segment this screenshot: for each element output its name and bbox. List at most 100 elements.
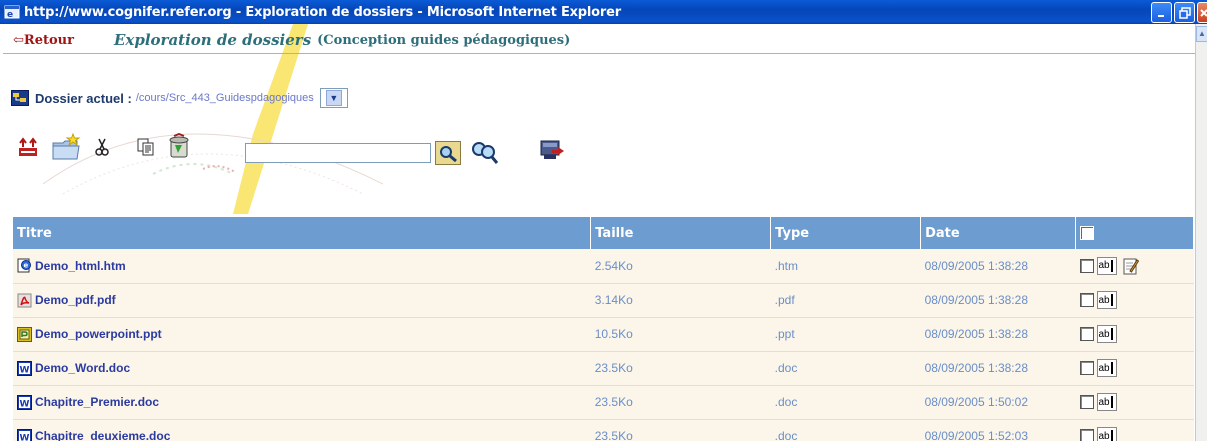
row-checkbox[interactable]	[1079, 327, 1094, 341]
cut-button[interactable]	[92, 136, 112, 158]
maximize-button[interactable]	[1174, 2, 1195, 23]
rename-button[interactable]: ab	[1096, 256, 1117, 275]
window-title: http://www.cognifer.refer.org - Explorat…	[24, 4, 621, 20]
file-date: 08/09/2005 1:38:28	[920, 351, 1076, 386]
svg-text:W: W	[20, 365, 30, 375]
table-header-row: Titre Taille Type Date	[13, 217, 1194, 249]
file-date: 08/09/2005 1:38:28	[920, 249, 1076, 284]
rename-button[interactable]: ab	[1096, 359, 1117, 377]
rename-button[interactable]: ab	[1096, 393, 1117, 411]
chevron-up-icon: ▲	[1198, 29, 1206, 38]
internet-explorer-icon: e	[4, 5, 20, 20]
column-header-date[interactable]: Date	[920, 217, 1076, 249]
new-folder-icon	[52, 133, 81, 160]
column-header-select	[1075, 217, 1194, 249]
table-row: W Chapitre_deuxieme.doc 23.5Ko .doc 08/0…	[13, 419, 1194, 441]
table-row: Demo_pdf.pdf 3.14Ko .pdf 08/09/2005 1:38…	[13, 283, 1194, 318]
svg-text:W: W	[20, 433, 30, 441]
folder-tree-icon	[11, 90, 29, 106]
file-link[interactable]: Demo_pdf.pdf	[17, 293, 591, 308]
copy-icon	[137, 138, 154, 156]
search-input[interactable]	[245, 143, 431, 163]
file-type: .pdf	[770, 283, 921, 318]
minimize-button[interactable]	[1151, 2, 1172, 23]
folder-dropdown[interactable]: ▼	[319, 88, 348, 108]
search-button[interactable]	[435, 141, 461, 165]
file-link[interactable]: W Chapitre_Premier.doc	[17, 394, 591, 410]
row-checkbox[interactable]	[1079, 395, 1094, 409]
file-type: .doc	[770, 385, 921, 420]
chevron-down-icon: ▼	[325, 90, 342, 106]
window-titlebar[interactable]: e http://www.cognifer.refer.org - Explor…	[0, 0, 1207, 24]
select-all-checkbox[interactable]	[1080, 226, 1094, 240]
current-folder-label: Dossier actuel :	[35, 90, 132, 106]
file-link[interactable]: Demo_powerpoint.ppt	[17, 326, 591, 342]
file-date: 08/09/2005 1:38:28	[920, 317, 1076, 352]
upload-icon	[540, 140, 564, 159]
close-icon	[1199, 8, 1207, 17]
row-checkbox[interactable]	[1079, 429, 1094, 441]
minimize-icon	[1157, 14, 1164, 17]
word-file-icon: W	[17, 394, 32, 410]
file-size: 23.5Ko	[590, 419, 771, 441]
file-type: .doc	[770, 419, 921, 441]
file-size: 23.5Ko	[590, 351, 771, 386]
edit-icon[interactable]	[1123, 257, 1139, 275]
svg-text:W: W	[20, 399, 30, 409]
svg-text:e: e	[24, 262, 29, 270]
table-row: Demo_powerpoint.ppt 10.5Ko .ppt 08/09/20…	[13, 317, 1194, 352]
file-date: 08/09/2005 1:50:02	[920, 385, 1076, 420]
advanced-search-icon	[472, 142, 499, 164]
file-size: 23.5Ko	[590, 385, 771, 420]
row-checkbox[interactable]	[1079, 258, 1094, 273]
svg-text:e: e	[7, 10, 13, 20]
file-size: 3.14Ko	[590, 283, 771, 318]
copy-button[interactable]	[136, 136, 156, 158]
page-title: Exploration de dossiers	[113, 31, 312, 49]
rename-button[interactable]: ab	[1096, 291, 1117, 309]
upload-button[interactable]	[537, 134, 567, 164]
divider	[3, 53, 1195, 54]
word-file-icon: W	[17, 360, 32, 376]
vertical-scrollbar[interactable]: ▲	[1195, 24, 1207, 441]
file-link[interactable]: W Demo_Word.doc	[17, 360, 591, 376]
advanced-search-button[interactable]	[469, 138, 499, 166]
column-header-title[interactable]: Titre	[13, 217, 592, 249]
page-content: ⇦Retour Exploration de dossiers (Concept…	[3, 24, 1195, 441]
window-controls	[1149, 2, 1207, 23]
row-checkbox[interactable]	[1079, 293, 1094, 307]
parent-folder-button[interactable]	[17, 136, 39, 158]
back-arrow-icon: ⇦	[13, 32, 24, 48]
file-date: 08/09/2005 1:52:03	[920, 419, 1076, 441]
delete-button[interactable]	[167, 132, 191, 160]
current-folder-row: Dossier actuel : /cours/Src_443_Guidespd…	[11, 88, 348, 108]
scissors-icon	[95, 138, 109, 156]
file-link[interactable]: e Demo_html.htm	[17, 258, 591, 273]
scroll-up-button[interactable]: ▲	[1196, 26, 1207, 42]
new-folder-button[interactable]	[50, 132, 82, 162]
search-icon	[440, 146, 457, 162]
current-folder-path: /cours/Src_443_Guidespdagogiques	[135, 92, 314, 104]
file-type: .htm	[770, 249, 921, 284]
recycle-bin-icon	[169, 133, 189, 158]
back-link[interactable]: ⇦Retour	[13, 33, 74, 48]
rename-button[interactable]: ab	[1096, 427, 1117, 441]
pdf-file-icon	[17, 293, 32, 307]
file-size: 2.54Ko	[590, 249, 771, 284]
table-row: W Demo_Word.doc 23.5Ko .doc 08/09/2005 1…	[13, 351, 1194, 386]
table-row: e Demo_html.htm 2.54Ko .htm 08/09/2005 1…	[13, 249, 1194, 284]
row-checkbox[interactable]	[1079, 361, 1094, 375]
file-table: Titre Taille Type Date e Demo_html.htm 2…	[13, 217, 1194, 441]
file-size: 10.5Ko	[590, 317, 771, 352]
file-link[interactable]: W Chapitre_deuxieme.doc	[17, 428, 591, 441]
column-header-size[interactable]: Taille	[590, 217, 772, 249]
top-navigation: ⇦Retour Exploration de dossiers (Concept…	[13, 30, 570, 50]
powerpoint-file-icon	[17, 326, 32, 342]
file-type: .doc	[770, 351, 921, 386]
restore-icon	[1178, 6, 1191, 19]
close-button[interactable]	[1197, 2, 1207, 23]
word-file-icon: W	[17, 428, 32, 441]
file-date: 08/09/2005 1:38:28	[920, 283, 1076, 318]
rename-button[interactable]: ab	[1096, 325, 1117, 343]
column-header-type[interactable]: Type	[770, 217, 922, 249]
